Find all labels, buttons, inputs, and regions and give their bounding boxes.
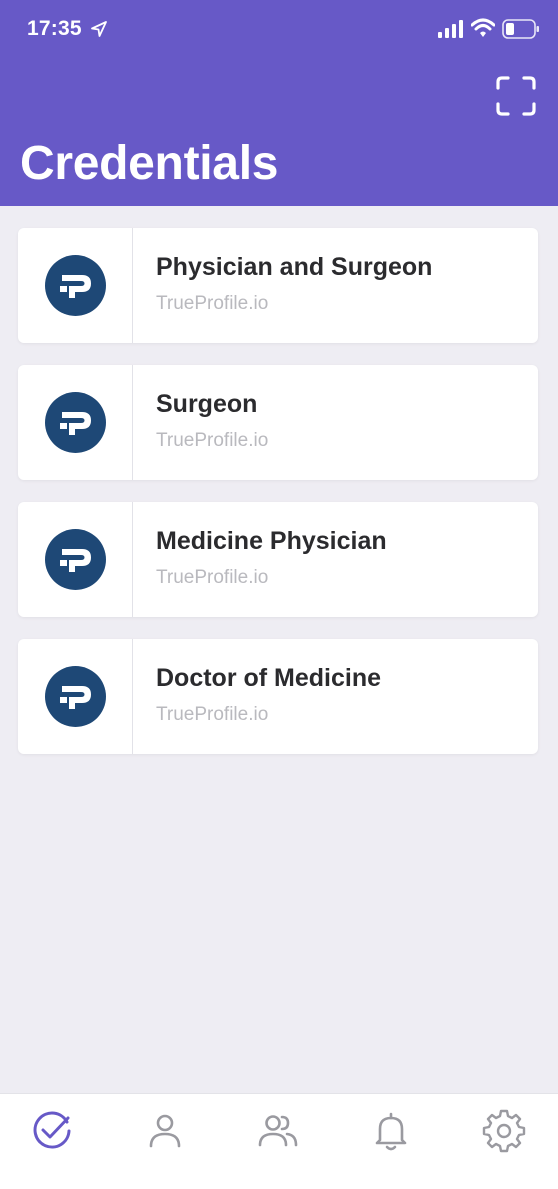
credential-title: Medicine Physician xyxy=(156,527,387,555)
scan-frame-icon xyxy=(496,76,536,116)
cellular-signal-icon xyxy=(438,20,463,38)
credential-issuer: TrueProfile.io xyxy=(156,704,269,725)
credential-issuer: TrueProfile.io xyxy=(156,430,269,451)
card-logo-cell xyxy=(18,639,133,754)
trueprofile-logo-icon xyxy=(45,392,106,453)
credential-title: Doctor of Medicine xyxy=(156,664,382,692)
trueprofile-logo-icon xyxy=(45,666,106,727)
battery-icon xyxy=(502,19,539,39)
person-icon xyxy=(149,1114,181,1148)
gear-icon xyxy=(482,1109,526,1153)
credential-title: Surgeon xyxy=(156,390,258,418)
card-logo-cell xyxy=(18,228,133,343)
credential-card[interactable]: Surgeon TrueProfile.io xyxy=(18,365,538,480)
tab-credentials[interactable] xyxy=(29,1108,75,1154)
credential-card[interactable]: Doctor of Medicine TrueProfile.io xyxy=(18,639,538,754)
credential-card[interactable]: Physician and Surgeon TrueProfile.io xyxy=(18,228,538,343)
card-logo-cell xyxy=(18,365,133,480)
status-time: 17:35 xyxy=(27,17,82,40)
tab-notifications[interactable] xyxy=(368,1108,414,1154)
page-title: Credentials xyxy=(20,137,279,190)
credentials-list: Physician and Surgeon TrueProfile.io Sur… xyxy=(18,228,538,776)
tab-connections[interactable] xyxy=(255,1108,301,1154)
wifi-icon xyxy=(471,18,495,37)
status-bar: 17:35 xyxy=(0,0,558,60)
credential-card[interactable]: Medicine Physician TrueProfile.io xyxy=(18,502,538,617)
tab-profile[interactable] xyxy=(142,1108,188,1154)
credential-issuer: TrueProfile.io xyxy=(156,293,269,314)
check-circle-icon xyxy=(33,1111,71,1149)
scan-button[interactable] xyxy=(494,74,538,118)
people-icon xyxy=(258,1115,298,1147)
bell-icon xyxy=(375,1112,407,1151)
credential-title: Physician and Surgeon xyxy=(156,253,433,281)
app-header: 17:35 Credentials xyxy=(0,0,558,206)
trueprofile-logo-icon xyxy=(45,255,106,316)
tab-settings[interactable] xyxy=(481,1108,527,1154)
credential-issuer: TrueProfile.io xyxy=(156,567,269,588)
tab-bar xyxy=(0,1093,558,1189)
card-logo-cell xyxy=(18,502,133,617)
trueprofile-logo-icon xyxy=(45,529,106,590)
location-arrow-icon xyxy=(91,21,107,37)
